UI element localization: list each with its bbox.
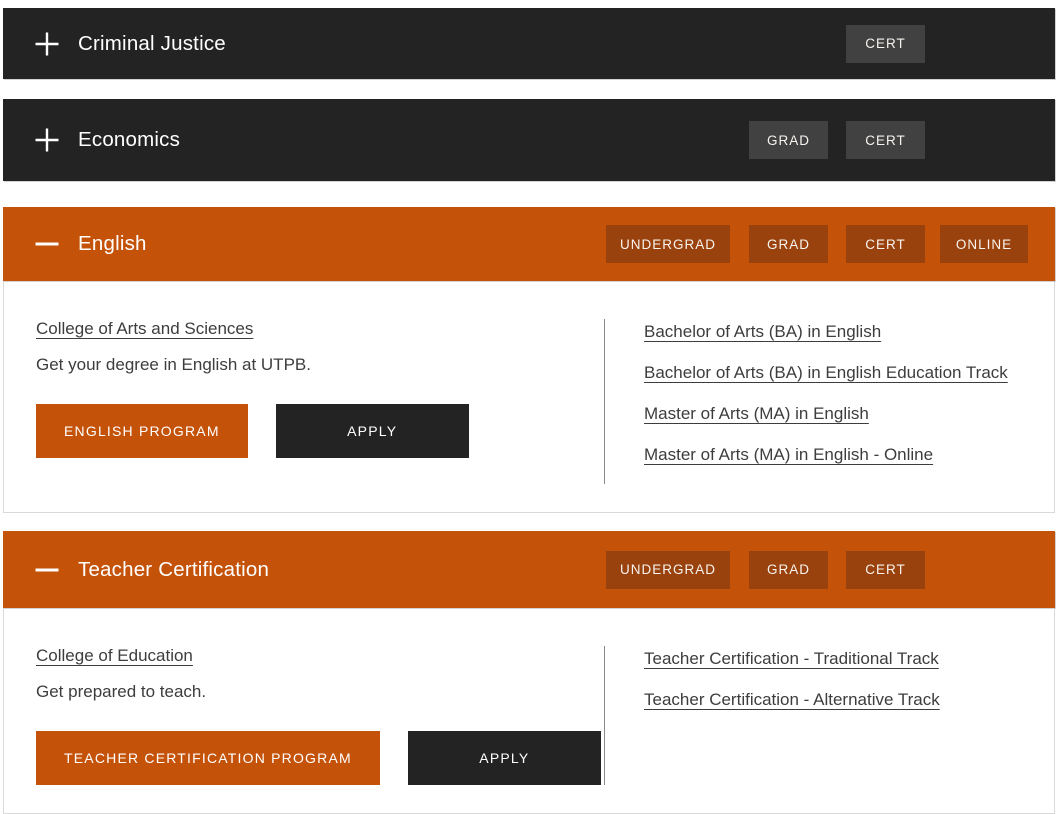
undergrad-badge: UNDERGRAD [606,550,730,589]
degree-link[interactable]: Bachelor of Arts (BA) in English Educati… [644,363,1008,382]
grad-badge: GRAD [749,225,828,263]
list-item: Teacher Certification - Traditional Trac… [644,647,1034,671]
program-accordion-list: Criminal Justice CERT Economics GRAD CER… [0,0,1059,814]
grad-badge: GRAD [749,121,828,159]
section-title: Economics [78,128,181,151]
accordion-header-economics[interactable]: Economics GRAD CERT [3,99,1055,181]
accordion-section-criminal-justice: Criminal Justice CERT [3,8,1055,79]
accordion-header-english[interactable]: English UNDERGRAD GRAD CERT ONLINE [3,207,1055,281]
list-item: Teacher Certification - Alternative Trac… [644,688,1034,712]
program-description: Get prepared to teach. [36,682,207,701]
cert-badge: CERT [846,550,925,589]
section-title: Criminal Justice [78,31,226,55]
accordion-section-economics: Economics GRAD CERT [3,99,1055,181]
accordion-header-teacher-certification[interactable]: Teacher Certification UNDERGRAD GRAD CER… [3,531,1055,608]
program-page-button[interactable]: ENGLISH PROGRAM [36,404,248,458]
college-link[interactable]: College of Arts and Sciences [36,319,253,339]
degree-link[interactable]: Master of Arts (MA) in English - Online [644,445,933,464]
online-badge: ONLINE [940,225,1028,263]
college-link[interactable]: College of Education [36,646,193,666]
degree-link[interactable]: Teacher Certification - Alternative Trac… [644,690,940,709]
list-item: Master of Arts (MA) in English [644,402,1034,426]
accordion-section-english: English UNDERGRAD GRAD CERT ONLINE Colle… [3,207,1055,513]
undergrad-badge: UNDERGRAD [606,225,730,263]
collapse-minus-icon[interactable] [34,231,60,257]
accordion-section-teacher-certification: Teacher Certification UNDERGRAD GRAD CER… [3,531,1055,814]
apply-button[interactable]: APPLY [275,404,469,458]
accordion-header-criminal-justice[interactable]: Criminal Justice CERT [3,8,1055,79]
list-item: Bachelor of Arts (BA) in English Educati… [644,361,1034,385]
panel-degrees-column: Bachelor of Arts (BA) in English Bachelo… [604,319,1054,484]
section-panel-english: College of Arts and Sciences Get your de… [3,281,1055,513]
panel-degrees-column: Teacher Certification - Traditional Trac… [604,646,1054,785]
panel-button-row: ENGLISH PROGRAM APPLY [36,404,604,458]
cert-badge: CERT [846,225,925,263]
grad-badge: GRAD [749,550,828,589]
degree-link-list: Bachelor of Arts (BA) in English Bachelo… [644,320,1034,467]
degree-link[interactable]: Master of Arts (MA) in English [644,404,869,423]
collapse-minus-icon[interactable] [34,557,60,583]
cert-badge: CERT [846,121,925,159]
cert-badge: CERT [846,24,925,63]
panel-info-column: College of Education Get prepared to tea… [4,646,604,785]
apply-button[interactable]: APPLY [407,731,601,785]
panel-info-column: College of Arts and Sciences Get your de… [4,319,604,484]
degree-link-list: Teacher Certification - Traditional Trac… [644,647,1034,712]
section-title: English [78,232,147,255]
list-item: Bachelor of Arts (BA) in English [644,320,1034,344]
program-description: Get your degree in English at UTPB. [36,355,311,374]
degree-link[interactable]: Teacher Certification - Traditional Trac… [644,649,939,668]
program-page-button[interactable]: TEACHER CERTIFICATION PROGRAM [36,731,380,785]
degree-link[interactable]: Bachelor of Arts (BA) in English [644,322,881,341]
section-panel-teacher-certification: College of Education Get prepared to tea… [3,608,1055,814]
panel-button-row: TEACHER CERTIFICATION PROGRAM APPLY [36,731,604,785]
list-item: Master of Arts (MA) in English - Online [644,443,1034,467]
expand-plus-icon[interactable] [34,31,60,57]
expand-plus-icon[interactable] [34,127,60,153]
section-title: Teacher Certification [78,557,270,581]
